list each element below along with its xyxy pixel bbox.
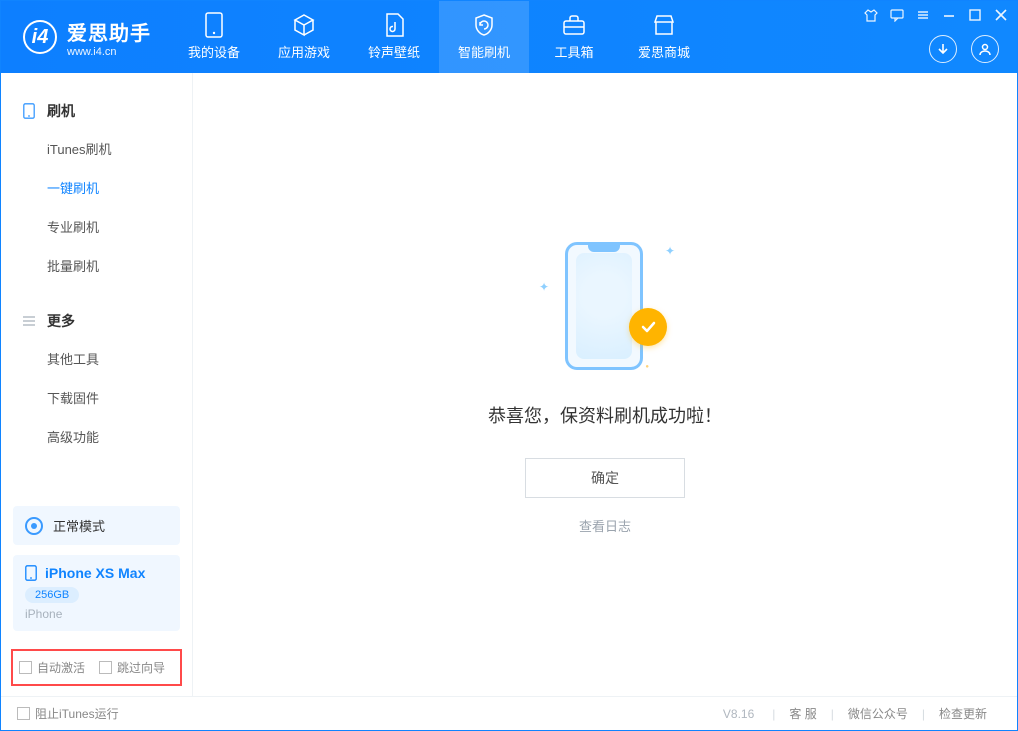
feedback-icon[interactable] [889, 7, 905, 23]
tab-label: 我的设备 [188, 42, 240, 61]
highlighted-checkbox-group: 自动激活 跳过向导 [11, 649, 182, 686]
tab-my-device[interactable]: 我的设备 [169, 1, 259, 73]
refresh-shield-icon [472, 13, 496, 37]
maximize-button[interactable] [967, 7, 983, 23]
footer: 阻止iTunes运行 V8.16 | 客 服 | 微信公众号 | 检查更新 [1, 696, 1017, 730]
sidebar-item-pro-flash[interactable]: 专业刷机 [1, 207, 192, 246]
success-check-icon [629, 308, 667, 346]
sidebar-item-advanced[interactable]: 高级功能 [1, 417, 192, 456]
sidebar-group-more: 更多 [1, 303, 192, 339]
minimize-button[interactable] [941, 7, 957, 23]
app-logo: i4 爱思助手 www.i4.cn [1, 17, 169, 58]
store-icon [652, 13, 676, 37]
view-log-link[interactable]: 查看日志 [579, 516, 631, 535]
footer-link-support[interactable]: 客 服 [775, 705, 830, 722]
device-mode-label: 正常模式 [53, 516, 105, 535]
checkbox-auto-activate[interactable]: 自动激活 [19, 659, 85, 676]
toolbox-icon [562, 13, 586, 37]
device-mode-panel[interactable]: 正常模式 [13, 506, 180, 545]
close-button[interactable] [993, 7, 1009, 23]
app-header: i4 爱思助手 www.i4.cn 我的设备 应用游戏 [1, 1, 1017, 73]
app-name: 爱思助手 [67, 17, 151, 46]
music-file-icon [382, 13, 406, 37]
main-content: ✦ ✦ ● 恭喜您，保资料刷机成功啦！ 确定 查看日志 [193, 73, 1017, 696]
checkbox-label: 自动激活 [37, 659, 85, 676]
app-url: www.i4.cn [67, 46, 151, 58]
tab-label: 智能刷机 [458, 42, 510, 61]
download-button[interactable] [929, 35, 957, 63]
tab-ringtones-wallpapers[interactable]: 铃声壁纸 [349, 1, 439, 73]
sidebar-group-title: 更多 [47, 311, 75, 331]
version-label: V8.16 [723, 707, 754, 721]
cube-icon [292, 13, 316, 37]
sidebar-group-title: 刷机 [47, 101, 75, 121]
checkbox-icon [17, 707, 30, 720]
checkbox-stop-itunes[interactable]: 阻止iTunes运行 [17, 705, 119, 722]
device-panel[interactable]: iPhone XS Max 256GB iPhone [13, 555, 180, 631]
sidebar-item-onekey-flash[interactable]: 一键刷机 [1, 168, 192, 207]
device-name: iPhone XS Max [45, 565, 145, 581]
phone-icon [21, 103, 37, 119]
tab-label: 爱思商城 [638, 42, 690, 61]
sidebar: 刷机 iTunes刷机 一键刷机 专业刷机 批量刷机 更多 其他工具 下载固件 … [1, 73, 193, 696]
sidebar-item-itunes-flash[interactable]: iTunes刷机 [1, 129, 192, 168]
checkbox-icon [99, 661, 112, 674]
footer-link-update[interactable]: 检查更新 [925, 705, 1001, 722]
tab-label: 应用游戏 [278, 42, 330, 61]
skin-icon[interactable] [863, 7, 879, 23]
checkbox-icon [19, 661, 32, 674]
header-right [929, 35, 999, 63]
tab-smart-flash[interactable]: 智能刷机 [439, 1, 529, 73]
checkbox-skip-guide[interactable]: 跳过向导 [99, 659, 165, 676]
footer-link-wechat[interactable]: 微信公众号 [834, 705, 922, 722]
tab-store[interactable]: 爱思商城 [619, 1, 709, 73]
checkbox-label: 跳过向导 [117, 659, 165, 676]
mode-icon [25, 517, 43, 535]
phone-graphic [565, 242, 643, 370]
logo-icon: i4 [23, 20, 57, 54]
tab-label: 工具箱 [554, 42, 593, 61]
device-storage: 256GB [25, 587, 79, 603]
sidebar-item-other-tools[interactable]: 其他工具 [1, 339, 192, 378]
sidebar-group-flash: 刷机 [1, 93, 192, 129]
success-illustration: ✦ ✦ ● [535, 234, 675, 374]
tab-toolbox[interactable]: 工具箱 [529, 1, 619, 73]
success-message: 恭喜您，保资料刷机成功啦！ [488, 402, 722, 428]
nav-tabs: 我的设备 应用游戏 铃声壁纸 智能刷机 [169, 1, 709, 73]
device-phone-icon [25, 565, 37, 581]
window-controls [863, 7, 1009, 23]
device-type: iPhone [25, 607, 168, 621]
tab-label: 铃声壁纸 [368, 42, 420, 61]
tab-apps-games[interactable]: 应用游戏 [259, 1, 349, 73]
menu-icon[interactable] [915, 7, 931, 23]
user-button[interactable] [971, 35, 999, 63]
list-icon [21, 313, 37, 329]
sidebar-item-batch-flash[interactable]: 批量刷机 [1, 246, 192, 285]
checkbox-label: 阻止iTunes运行 [35, 705, 119, 722]
sidebar-item-download-firmware[interactable]: 下载固件 [1, 378, 192, 417]
ok-button[interactable]: 确定 [525, 458, 685, 498]
device-icon [202, 13, 226, 37]
